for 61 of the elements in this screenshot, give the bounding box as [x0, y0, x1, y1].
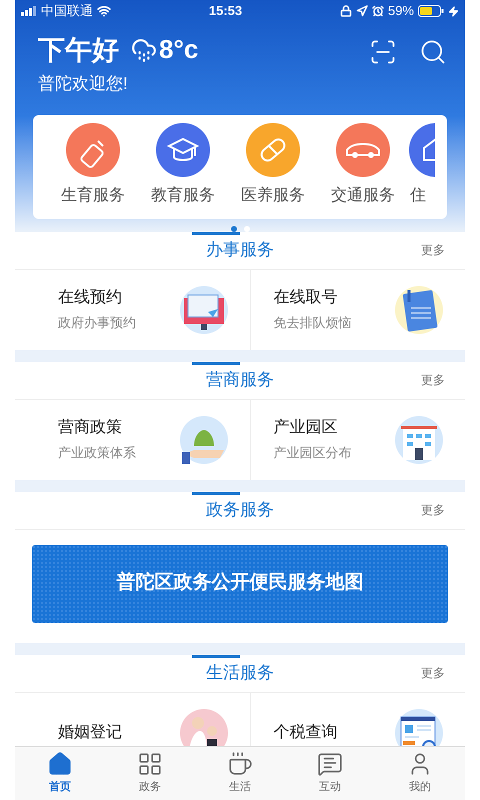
quick-service-item[interactable]: 教育服务: [138, 122, 228, 212]
tab-item[interactable]: 我的: [375, 747, 465, 800]
tab-item[interactable]: 政务: [105, 747, 195, 800]
money-bag-illustration: [180, 416, 228, 464]
wifi-icon: [97, 4, 111, 18]
service-tile[interactable]: 在线取号 免去排队烦恼: [250, 270, 465, 350]
building-illustration: [395, 416, 443, 464]
service-label[interactable]: 住: [408, 186, 426, 206]
graduation-cap-icon: [155, 122, 211, 178]
service-subtitle: 政府办事预约: [58, 314, 136, 332]
section-title: 生活服务: [206, 662, 274, 684]
baby-bottle-icon: [65, 122, 121, 178]
cloud-rain-icon: [131, 36, 157, 62]
cup-icon: [227, 751, 253, 778]
service-tile[interactable]: 营商政策 产业政策体系: [15, 400, 250, 480]
greeting-text: 下午好: [38, 34, 119, 66]
more-link[interactable]: 更多: [421, 664, 445, 682]
signal-icon: [21, 6, 37, 16]
section-title: 营商服务: [206, 369, 274, 392]
service-title: 婚姻登记: [58, 722, 122, 742]
quick-service-item[interactable]: 交通服务: [318, 122, 408, 212]
service-tile[interactable]: 产业园区 产业园区分布: [250, 400, 465, 480]
more-link[interactable]: 更多: [421, 371, 445, 389]
battery-icon: [418, 5, 444, 17]
tab-item[interactable]: 互动: [285, 747, 375, 800]
section-title: 政务服务: [206, 499, 274, 522]
car-icon: [335, 122, 391, 178]
service-title: 在线预约: [58, 288, 123, 308]
clock-time: 15:53: [208, 2, 242, 20]
lock-icon: [340, 5, 352, 17]
search-button[interactable]: [419, 38, 447, 66]
tab-item[interactable]: 生活: [195, 747, 285, 800]
more-link[interactable]: 更多: [421, 501, 445, 519]
alarm-icon: [372, 5, 384, 17]
service-title: 在线取号: [274, 288, 338, 308]
carrier-name: 中国联通: [41, 2, 93, 20]
temperature: 8°c: [159, 33, 198, 66]
service-title: 营商政策: [58, 418, 123, 438]
home-icon: [47, 751, 73, 778]
grid-icon: [137, 751, 163, 778]
pill-icon: [245, 122, 301, 178]
welcome-text: 普陀欢迎您!: [38, 73, 129, 95]
service-subtitle: 免去排队烦恼: [274, 314, 352, 332]
location-icon: [356, 5, 368, 17]
charging-icon: [448, 6, 459, 16]
service-map-banner[interactable]: 普陀区政务公开便民服务地图: [32, 544, 448, 622]
quick-service-item[interactable]: 生育服务: [48, 122, 138, 212]
service-title: 个税查询: [274, 722, 338, 742]
scan-button[interactable]: [369, 38, 397, 66]
chat-icon: [317, 751, 343, 778]
notepad-illustration: [395, 286, 443, 334]
web-browser-illustration: [180, 286, 228, 334]
battery-percent: 59%: [388, 2, 414, 20]
service-title: 产业园区: [274, 418, 338, 438]
service-subtitle: 产业园区分布: [274, 444, 352, 462]
quick-service-item[interactable]: 医养服务: [228, 122, 318, 212]
service-subtitle: 产业政策体系: [58, 444, 136, 462]
service-tile[interactable]: 在线预约 政府办事预约: [15, 270, 250, 350]
tab-item[interactable]: 首页: [15, 747, 105, 800]
section-title: 办事服务: [206, 239, 274, 262]
more-link[interactable]: 更多: [421, 241, 445, 259]
